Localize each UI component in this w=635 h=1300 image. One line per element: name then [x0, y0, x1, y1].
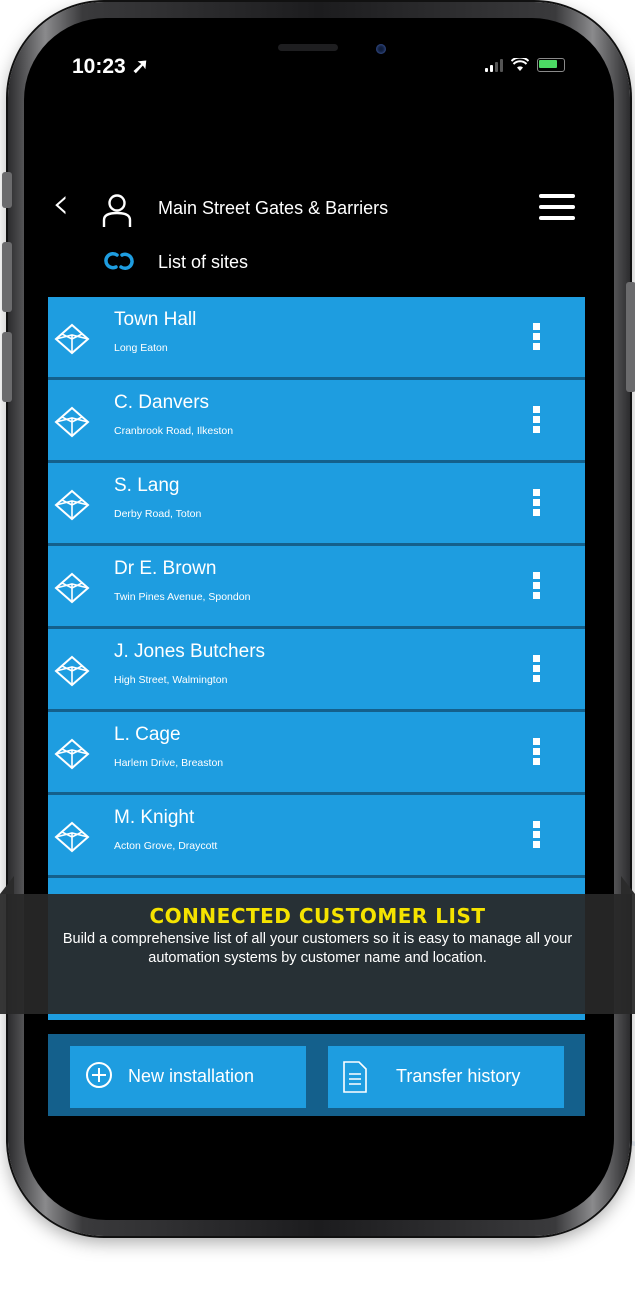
site-cube-icon	[54, 655, 90, 687]
user-icon[interactable]	[102, 194, 132, 228]
app-header: ‹ Main Street Gates & Barriers List of s…	[0, 150, 635, 272]
site-name: S. Lang	[114, 475, 180, 496]
banner-text: Build a comprehensive list of all your c…	[62, 931, 573, 966]
notch	[192, 22, 442, 58]
signal-icon	[485, 58, 503, 72]
more-options-icon[interactable]	[533, 323, 541, 353]
site-address: Twin Pines Avenue, Spondon	[114, 591, 251, 603]
site-address: High Street, Walmington	[114, 674, 228, 686]
site-cube-icon	[54, 572, 90, 604]
plus-circle-icon	[86, 1062, 112, 1088]
new-installation-label: New installation	[128, 1066, 255, 1086]
banner-corner-right	[621, 876, 635, 894]
site-name: L. Cage	[114, 724, 181, 745]
feature-caption-banner: CONNECTED CUSTOMER LIST Build a comprehe…	[0, 894, 635, 1014]
status-icons	[485, 58, 565, 72]
banner-title: CONNECTED CUSTOMER LIST	[149, 904, 486, 928]
more-options-icon[interactable]	[533, 572, 541, 602]
site-list-item[interactable]: C. Danvers Cranbrook Road, Ilkeston	[48, 380, 585, 463]
banner-corner-left	[0, 876, 14, 894]
transfer-history-button[interactable]: Transfer history	[328, 1046, 564, 1108]
bottom-action-bar: New installation Transfer history	[48, 1034, 585, 1116]
link-icon	[104, 251, 134, 271]
site-cube-icon	[54, 821, 90, 853]
document-icon	[343, 1061, 367, 1093]
more-options-icon[interactable]	[533, 738, 541, 768]
site-name: Dr E. Brown	[114, 558, 217, 579]
transfer-history-label: Transfer history	[396, 1066, 521, 1086]
site-name: J. Jones Butchers	[114, 641, 266, 662]
more-options-icon[interactable]	[533, 655, 541, 685]
site-list-item[interactable]: J. Jones Butchers High Street, Walmington	[48, 629, 585, 712]
hamburger-menu-icon[interactable]	[539, 194, 575, 227]
site-list-item[interactable]: M. Knight Acton Grove, Draycott	[48, 795, 585, 878]
site-address: Derby Road, Toton	[114, 508, 202, 520]
site-address: Long Eaton	[114, 342, 168, 354]
speaker	[278, 44, 338, 51]
site-list-item[interactable]: S. Lang Derby Road, Toton	[48, 463, 585, 546]
site-address: Harlem Drive, Breaston	[114, 757, 224, 769]
site-cube-icon	[54, 406, 90, 438]
site-list-item[interactable]: Town Hall Long Eaton	[48, 297, 585, 380]
page-subtitle: List of sites	[158, 252, 249, 272]
site-address: Cranbrook Road, Ilkeston	[114, 425, 234, 437]
app-title: Main Street Gates & Barriers	[158, 198, 389, 218]
new-installation-button[interactable]: New installation	[70, 1046, 306, 1108]
battery-icon	[537, 58, 565, 72]
site-name: Town Hall	[114, 309, 197, 330]
site-cube-icon	[54, 489, 90, 521]
more-options-icon[interactable]	[533, 489, 541, 519]
site-address: Acton Grove, Draycott	[114, 840, 218, 852]
site-name: M. Knight	[114, 807, 195, 828]
front-camera	[376, 44, 386, 54]
site-name: C. Danvers	[114, 392, 210, 413]
more-options-icon[interactable]	[533, 821, 541, 851]
site-cube-icon	[54, 738, 90, 770]
status-time: 10:23 ➚	[72, 55, 150, 78]
site-list-item[interactable]: Dr E. Brown Twin Pines Avenue, Spondon	[48, 546, 585, 629]
more-options-icon[interactable]	[533, 406, 541, 436]
site-cube-icon	[54, 323, 90, 355]
chevron-left-icon[interactable]: ‹	[52, 182, 70, 226]
wifi-icon	[511, 58, 529, 71]
site-list-item[interactable]: L. Cage Harlem Drive, Breaston	[48, 712, 585, 795]
